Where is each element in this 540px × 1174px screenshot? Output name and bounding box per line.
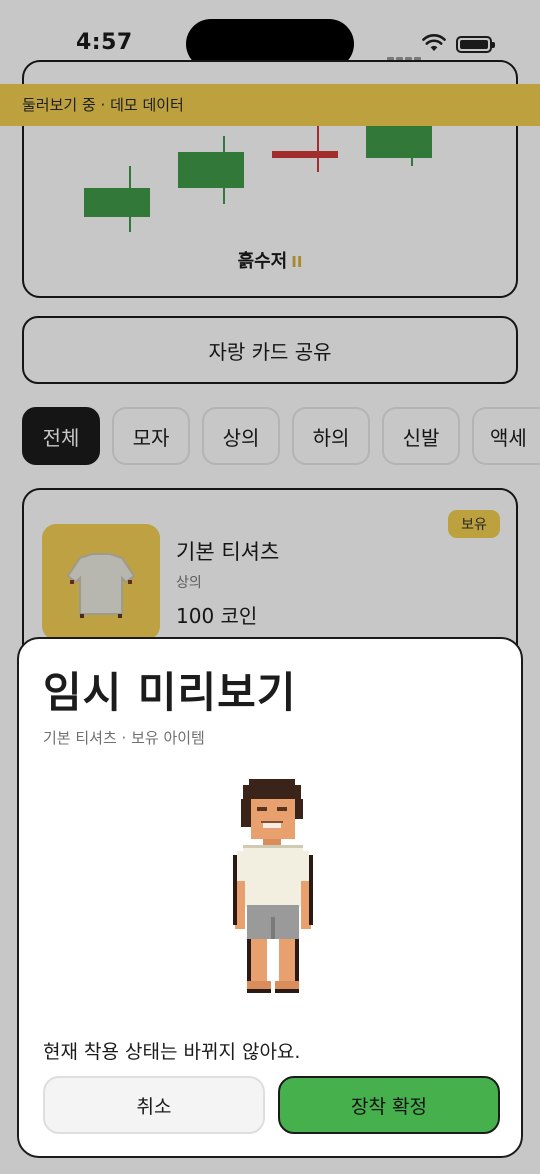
confirm-equip-label: 장착 확정 — [351, 1095, 427, 1118]
sheet-title: 임시 미리보기 — [43, 668, 297, 717]
preview-sheet: 임시 미리보기 기본 티셔츠 · 보유 아이템 현재 착용 상태는 바뀌지 않아… — [17, 637, 523, 1158]
character-avatar — [233, 779, 313, 993]
confirm-equip-button[interactable]: 장착 확정 — [278, 1076, 500, 1134]
cancel-button-label: 취소 — [136, 1095, 172, 1118]
sheet-subtitle: 기본 티셔츠 · 보유 아이템 — [43, 729, 205, 747]
sheet-note: 현재 착용 상태는 바뀌지 않아요. — [43, 1041, 301, 1063]
cancel-button[interactable]: 취소 — [43, 1076, 265, 1134]
